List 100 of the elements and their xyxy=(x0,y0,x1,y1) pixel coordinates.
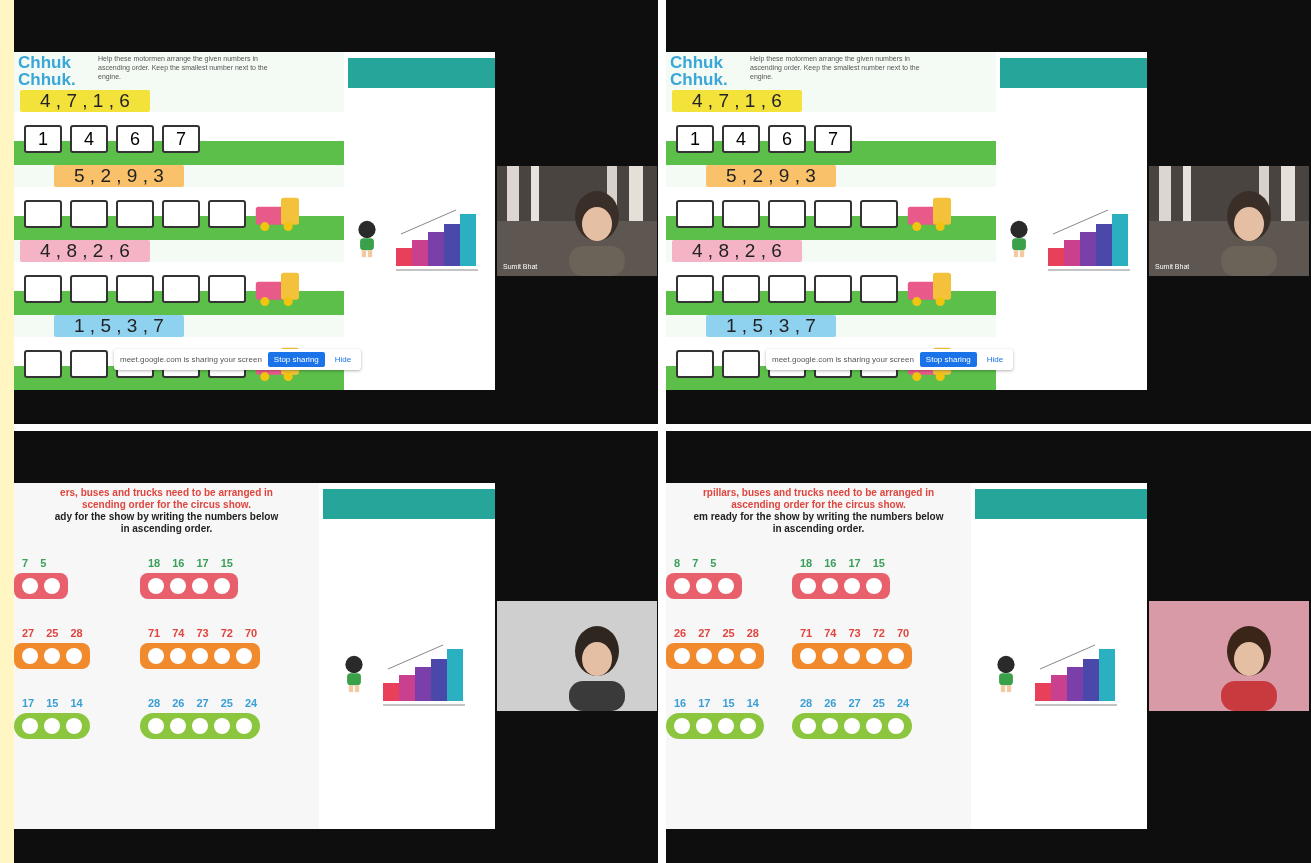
train-car: 7 xyxy=(162,124,200,153)
empty-train-car xyxy=(814,199,852,228)
number-label: 14 xyxy=(746,697,759,709)
empty-train-car xyxy=(70,199,108,228)
number-label: 28 xyxy=(800,697,813,709)
number-label: 73 xyxy=(848,627,861,639)
instruction-line: scending order for the circus show. xyxy=(81,499,252,511)
train-car: 6 xyxy=(116,124,154,153)
sharing-message: meet.google.com is sharing your screen xyxy=(772,355,914,364)
empty-train-car xyxy=(676,274,714,303)
worksheet-title: Chhuk. xyxy=(18,71,77,88)
empty-train-car xyxy=(722,349,760,378)
number-label: 70 xyxy=(245,627,258,639)
number-strip: 5 , 2 , 9 , 3 xyxy=(706,165,836,187)
number-label: 5 xyxy=(710,557,717,569)
empty-train-car xyxy=(70,349,108,378)
number-label: 7 xyxy=(692,557,699,569)
empty-train-car xyxy=(208,274,246,303)
number-label: 71 xyxy=(800,627,813,639)
number-label: 73 xyxy=(196,627,209,639)
worksheet-title: Chhuk xyxy=(18,54,72,71)
instruction-line: ascending order for the circus show. xyxy=(731,499,906,511)
stop-sharing-button[interactable]: Stop sharing xyxy=(919,352,977,367)
instruction-line: ers, buses and trucks need to be arranged in xyxy=(60,487,273,499)
number-label: 17 xyxy=(196,557,209,569)
number-label: 72 xyxy=(220,627,233,639)
empty-train-car xyxy=(768,274,806,303)
train-car: 4 xyxy=(70,124,108,153)
number-strip: 5 , 2 , 9 , 3 xyxy=(54,165,184,187)
train-car: 1 xyxy=(676,124,714,153)
number-label: 27 xyxy=(698,627,711,639)
sharing-message: meet.google.com is sharing your screen xyxy=(120,355,262,364)
number-label: 18 xyxy=(800,557,813,569)
empty-train-car xyxy=(860,274,898,303)
number-label: 70 xyxy=(897,627,910,639)
train-car: 1 xyxy=(24,124,62,153)
number-label: 72 xyxy=(872,627,885,639)
empty-train-car xyxy=(860,199,898,228)
instruction-line: ady for the show by writing the numbers below xyxy=(54,511,279,523)
number-label: 25 xyxy=(46,627,59,639)
number-label: 26 xyxy=(674,627,687,639)
number-label: 25 xyxy=(872,697,885,709)
empty-train-car xyxy=(24,349,62,378)
number-label: 17 xyxy=(22,697,35,709)
number-label: 27 xyxy=(22,627,35,639)
number-label: 15 xyxy=(872,557,885,569)
empty-train-car xyxy=(116,274,154,303)
number-label: 17 xyxy=(848,557,861,569)
empty-train-car xyxy=(116,199,154,228)
number-label: 26 xyxy=(172,697,185,709)
instruction-line: in ascending order. xyxy=(120,523,213,535)
number-label: 27 xyxy=(196,697,209,709)
number-label: 24 xyxy=(245,697,258,709)
number-label: 24 xyxy=(897,697,910,709)
number-label: 74 xyxy=(172,627,185,639)
empty-train-car xyxy=(676,199,714,228)
number-label: 17 xyxy=(698,697,711,709)
number-strip: 1 , 5 , 3 , 7 xyxy=(54,315,184,337)
train-car: 6 xyxy=(768,124,806,153)
number-label: 18 xyxy=(148,557,161,569)
empty-train-car xyxy=(70,274,108,303)
number-label: 28 xyxy=(70,627,83,639)
empty-train-car xyxy=(676,349,714,378)
instruction-line: in ascending order. xyxy=(772,523,865,535)
empty-train-car xyxy=(722,199,760,228)
worksheet-title: Chhuk xyxy=(670,54,724,71)
number-label: 28 xyxy=(746,627,759,639)
empty-train-car xyxy=(768,199,806,228)
number-label: 25 xyxy=(220,697,233,709)
number-label: 16 xyxy=(824,557,837,569)
empty-train-car xyxy=(162,274,200,303)
number-label: 28 xyxy=(148,697,161,709)
number-label: 71 xyxy=(148,627,161,639)
empty-train-car xyxy=(208,199,246,228)
number-strip: 4 , 8 , 2 , 6 xyxy=(20,240,150,262)
number-strip: 1 , 5 , 3 , 7 xyxy=(706,315,836,337)
number-strip: 4 , 7 , 1 , 6 xyxy=(20,90,150,112)
empty-train-car xyxy=(24,274,62,303)
number-label: 16 xyxy=(172,557,185,569)
instruction-line: em ready for the show by writing the numbers below xyxy=(693,511,944,523)
empty-train-car xyxy=(24,199,62,228)
train-car: 7 xyxy=(814,124,852,153)
number-label: 15 xyxy=(220,557,233,569)
number-label: 14 xyxy=(70,697,83,709)
number-strip: 4 , 8 , 2 , 6 xyxy=(672,240,802,262)
number-label: 27 xyxy=(848,697,861,709)
empty-train-car xyxy=(814,274,852,303)
train-car: 4 xyxy=(722,124,760,153)
empty-train-car xyxy=(162,199,200,228)
instruction-line: rpillars, buses and trucks need to be arranged in xyxy=(702,487,935,499)
number-label: 25 xyxy=(722,627,735,639)
number-label: 15 xyxy=(722,697,735,709)
number-label: 74 xyxy=(824,627,837,639)
worksheet-title: Chhuk. xyxy=(670,71,729,88)
empty-train-car xyxy=(722,274,760,303)
number-label: 8 xyxy=(674,557,681,569)
number-label: 7 xyxy=(22,557,29,569)
number-strip: 4 , 7 , 1 , 6 xyxy=(672,90,802,112)
number-label: 16 xyxy=(674,697,687,709)
stop-sharing-button[interactable]: Stop sharing xyxy=(267,352,325,367)
